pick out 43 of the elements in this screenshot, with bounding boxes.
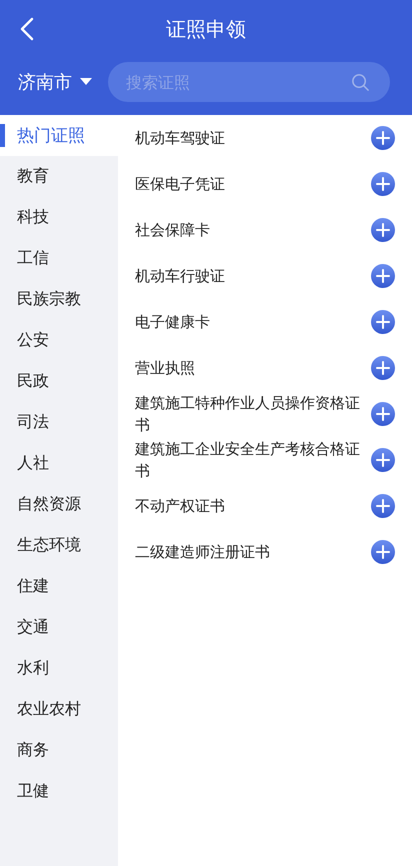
category-item[interactable]: 住建 <box>0 566 118 607</box>
add-icon[interactable] <box>371 356 395 380</box>
license-name[interactable]: 建筑施工特种作业人员操作资格证书 <box>135 392 363 436</box>
license-name[interactable]: 机动车行驶证 <box>135 265 225 287</box>
category-item[interactable]: 自然资源 <box>0 484 118 525</box>
add-icon[interactable] <box>371 218 395 242</box>
license-name[interactable]: 社会保障卡 <box>135 219 210 241</box>
category-item[interactable]: 商务 <box>0 730 118 771</box>
page-title: 证照申领 <box>166 16 246 42</box>
category-item[interactable]: 民族宗教 <box>0 279 118 320</box>
add-icon[interactable] <box>371 310 395 334</box>
category-item[interactable]: 教育 <box>0 156 118 197</box>
add-icon[interactable] <box>371 126 395 150</box>
license-name[interactable]: 医保电子凭证 <box>135 173 225 195</box>
category-item[interactable]: 司法 <box>0 402 118 443</box>
search-icon <box>351 73 370 92</box>
category-item[interactable]: 科技 <box>0 197 118 238</box>
city-selector[interactable]: 济南市 <box>16 68 94 96</box>
category-item[interactable]: 民政 <box>0 361 118 402</box>
category-item[interactable]: 热门证照 <box>0 115 118 156</box>
license-name[interactable]: 二级建造师注册证书 <box>135 541 270 563</box>
back-icon[interactable] <box>20 17 34 41</box>
add-icon[interactable] <box>371 494 395 518</box>
add-icon[interactable] <box>371 264 395 288</box>
category-item[interactable]: 生态环境 <box>0 525 118 566</box>
category-item[interactable]: 工信 <box>0 238 118 279</box>
add-icon[interactable] <box>371 448 395 472</box>
license-name[interactable]: 不动产权证书 <box>135 495 225 517</box>
category-item[interactable]: 交通 <box>0 607 118 648</box>
caret-icon <box>80 78 92 86</box>
license-name[interactable]: 建筑施工企业安全生产考核合格证书 <box>135 438 363 482</box>
category-item[interactable]: 水利 <box>0 648 118 689</box>
category-item[interactable]: 公安 <box>0 320 118 361</box>
category-item[interactable]: 卫健 <box>0 771 118 812</box>
add-icon[interactable] <box>371 172 395 196</box>
add-icon[interactable] <box>371 540 395 564</box>
category-item[interactable]: 人社 <box>0 443 118 484</box>
category-item[interactable]: 农业农村 <box>0 689 118 730</box>
license-name[interactable]: 电子健康卡 <box>135 311 210 333</box>
license-name[interactable]: 机动车驾驶证 <box>135 127 225 149</box>
license-name[interactable]: 营业执照 <box>135 357 195 379</box>
add-icon[interactable] <box>371 402 395 426</box>
search-field[interactable]: 搜索证照 <box>108 62 390 102</box>
